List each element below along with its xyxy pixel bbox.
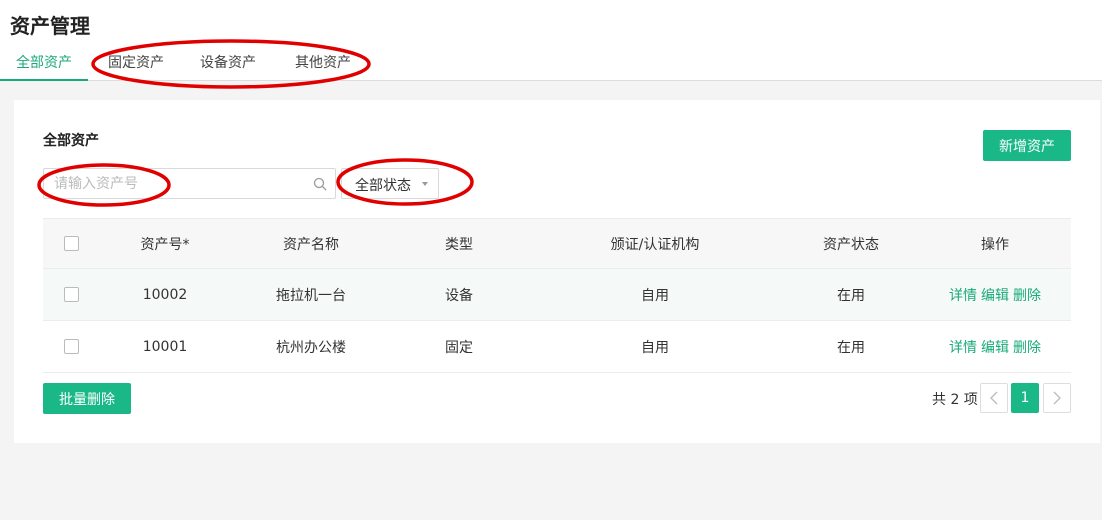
row-checkbox[interactable] xyxy=(63,287,79,302)
asset-list-card: 全部资产 新增资产 全部状态 资产号* 资产名称 类型 颁证/认证机构 资产状态… xyxy=(14,100,1100,443)
edit-link[interactable]: 编辑 xyxy=(981,285,1009,305)
cell-type: 固定 xyxy=(445,339,473,356)
table-row: 10001 杭州办公楼 固定 自用 在用 详情 编辑 删除 xyxy=(43,321,1071,373)
status-select[interactable]: 全部状态 xyxy=(341,168,439,199)
column-header-issuer: 颁证/认证机构 xyxy=(610,236,700,253)
total-count: 共 2 项 xyxy=(932,392,978,408)
chevron-right-icon xyxy=(1053,391,1061,405)
add-asset-button[interactable]: 新增资产 xyxy=(983,130,1071,161)
prev-page-button[interactable] xyxy=(980,383,1008,413)
delete-link[interactable]: 删除 xyxy=(1013,285,1041,305)
cell-issuer: 自用 xyxy=(641,339,669,356)
cell-issuer: 自用 xyxy=(641,287,669,304)
tab-other-assets[interactable]: 其他资产 xyxy=(282,48,364,81)
cell-asset-name: 拖拉机一台 xyxy=(276,287,346,304)
table-header-row: 资产号* 资产名称 类型 颁证/认证机构 资产状态 操作 xyxy=(43,218,1071,269)
cell-asset-number: 10001 xyxy=(142,338,188,355)
tab-equipment-assets[interactable]: 设备资产 xyxy=(188,48,268,81)
chevron-left-icon xyxy=(990,391,998,405)
row-checkbox[interactable] xyxy=(63,339,79,354)
caret-down-icon xyxy=(422,182,428,186)
select-all-checkbox[interactable] xyxy=(63,236,79,251)
detail-link[interactable]: 详情 xyxy=(949,285,977,305)
cell-actions: 详情 编辑 删除 xyxy=(919,321,1071,372)
edit-link[interactable]: 编辑 xyxy=(981,337,1009,357)
cell-actions: 详情 编辑 删除 xyxy=(919,269,1071,320)
asset-number-search-input[interactable] xyxy=(54,169,304,198)
column-header-actions: 操作 xyxy=(981,236,1009,253)
cell-status: 在用 xyxy=(837,287,865,304)
tab-fixed-assets[interactable]: 固定资产 xyxy=(96,48,176,81)
tab-all-assets[interactable]: 全部资产 xyxy=(0,48,88,81)
cell-asset-number: 10002 xyxy=(142,286,188,303)
detail-link[interactable]: 详情 xyxy=(949,337,977,357)
page-1-button[interactable]: 1 xyxy=(1011,383,1039,413)
column-header-status: 资产状态 xyxy=(823,236,879,253)
next-page-button[interactable] xyxy=(1043,383,1071,413)
search-icon[interactable] xyxy=(313,177,327,191)
page-title: 资产管理 xyxy=(10,14,90,38)
batch-delete-button[interactable]: 批量删除 xyxy=(43,383,131,414)
column-header-type: 类型 xyxy=(445,236,473,253)
section-title: 全部资产 xyxy=(43,133,99,149)
table-row: 10002 拖拉机一台 设备 自用 在用 详情 编辑 删除 xyxy=(43,269,1071,321)
asset-table: 资产号* 资产名称 类型 颁证/认证机构 资产状态 操作 10002 拖拉机一台… xyxy=(43,218,1071,373)
cell-type: 设备 xyxy=(445,287,473,304)
column-header-asset-number: 资产号* xyxy=(140,236,190,253)
status-select-value: 全部状态 xyxy=(355,178,411,194)
page-header: 资产管理 全部资产 固定资产 设备资产 其他资产 xyxy=(0,0,1102,81)
delete-link[interactable]: 删除 xyxy=(1013,337,1041,357)
cell-asset-name: 杭州办公楼 xyxy=(276,339,346,356)
search-box xyxy=(43,168,336,199)
cell-status: 在用 xyxy=(837,339,865,356)
column-header-asset-name: 资产名称 xyxy=(283,236,339,253)
